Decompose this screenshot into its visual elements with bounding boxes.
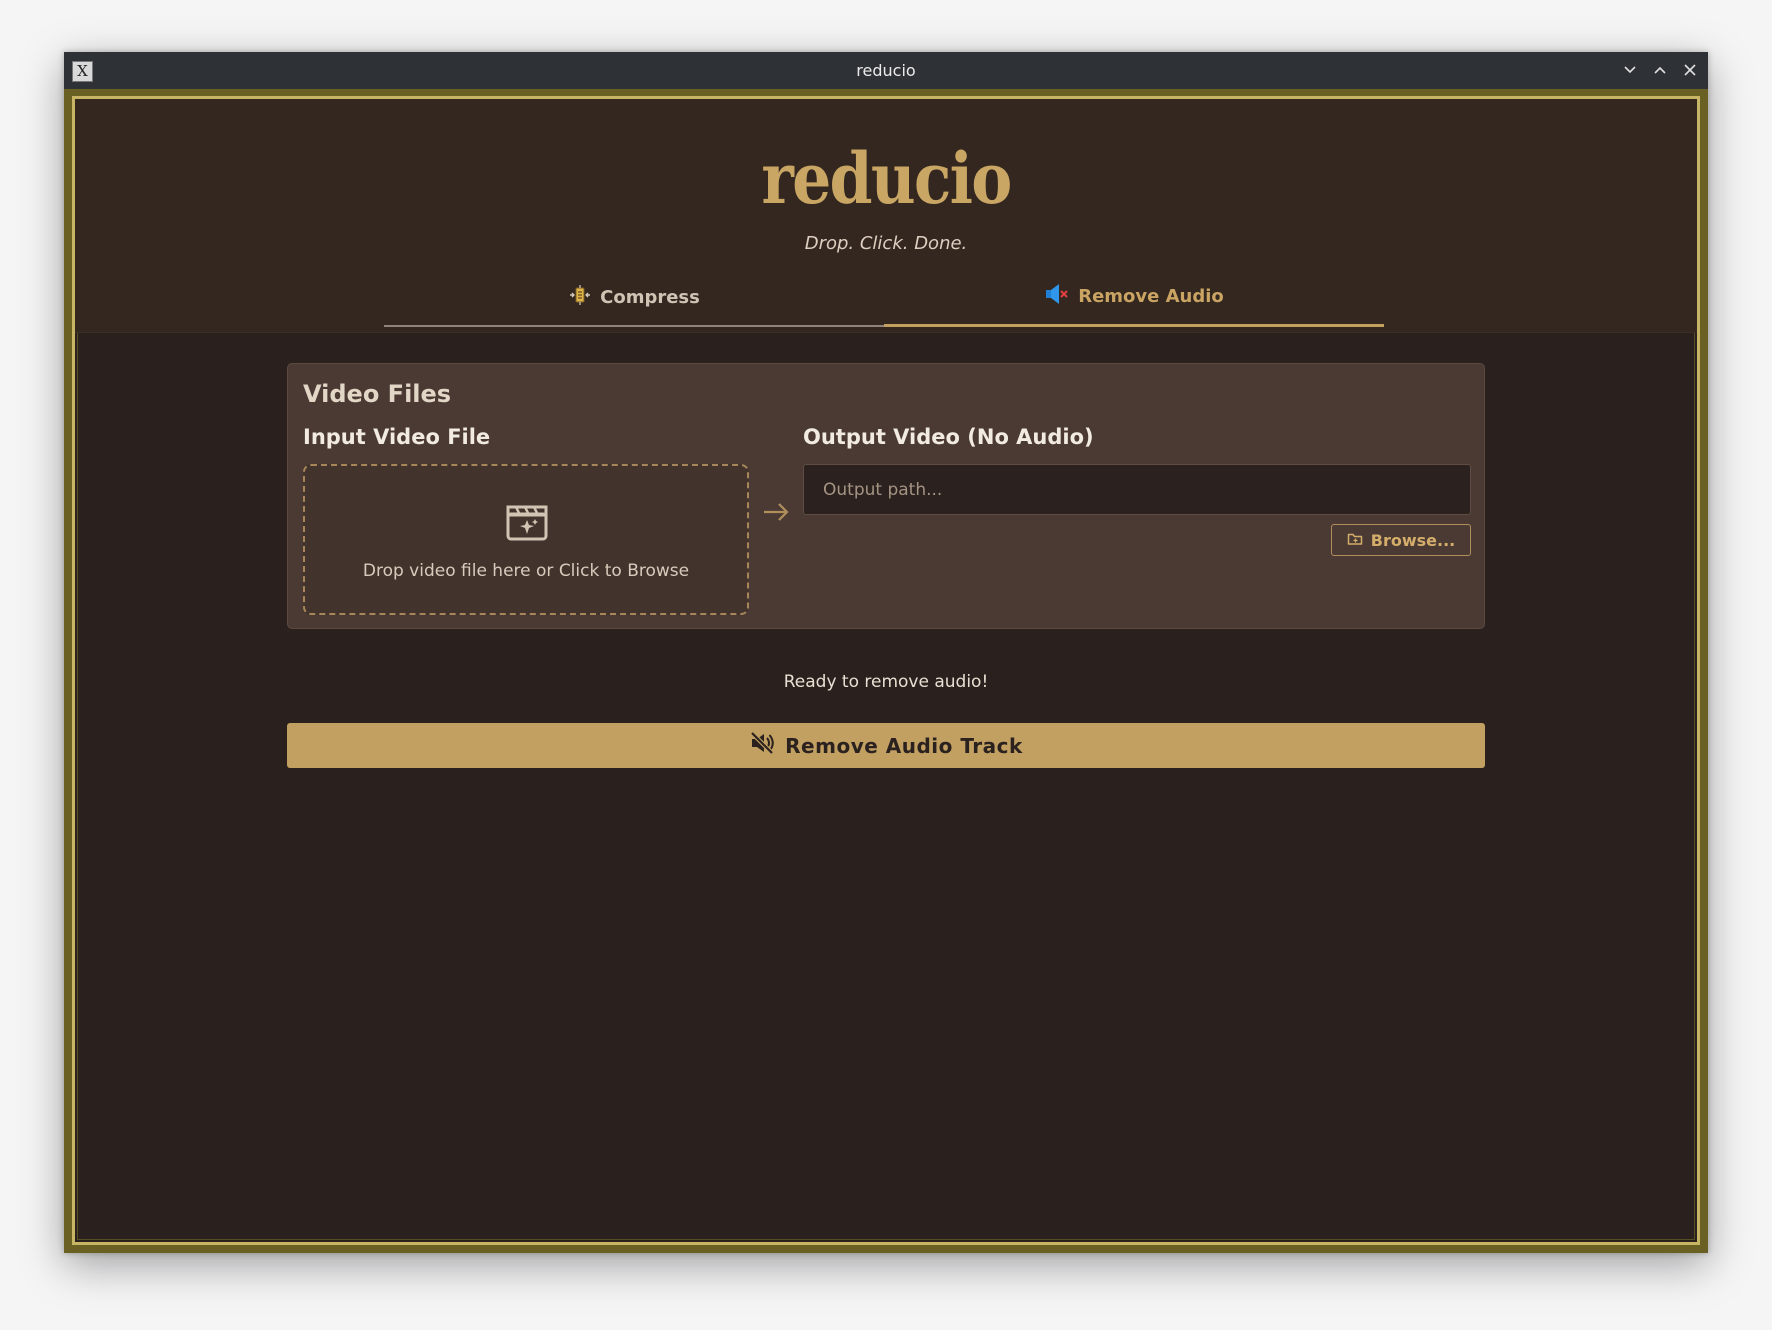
window-title: reducio bbox=[856, 61, 916, 80]
minimize-icon[interactable] bbox=[1620, 60, 1640, 80]
app-window: X reducio reducio Drop. Click. Done. Com… bbox=[64, 52, 1708, 1253]
tab-remove-audio[interactable]: Remove Audio bbox=[884, 269, 1384, 327]
app-logo: reducio bbox=[761, 137, 1012, 220]
window-controls bbox=[1620, 60, 1700, 80]
app-header: reducio Drop. Click. Done. Compress Remo… bbox=[75, 99, 1697, 333]
arrow-right-icon bbox=[761, 500, 791, 524]
output-path-input[interactable] bbox=[803, 464, 1471, 515]
browse-button[interactable]: Browse... bbox=[1331, 524, 1471, 556]
video-file-icon bbox=[505, 504, 549, 542]
window-frame: reducio Drop. Click. Done. Compress Remo… bbox=[64, 89, 1708, 1253]
tab-bar: Compress Remove Audio bbox=[384, 269, 1384, 327]
tab-compress-label: Compress bbox=[600, 286, 700, 308]
card-title: Video Files bbox=[303, 380, 452, 408]
remove-audio-track-button[interactable]: Remove Audio Track bbox=[287, 723, 1485, 768]
video-files-card: Video Files Input Video File Drop video … bbox=[287, 363, 1485, 629]
remove-audio-track-label: Remove Audio Track bbox=[785, 733, 1023, 758]
drop-zone-text: Drop video file here or Click to Browse bbox=[362, 561, 690, 581]
browse-button-label: Browse... bbox=[1370, 530, 1456, 550]
maximize-icon[interactable] bbox=[1650, 60, 1670, 80]
compress-icon bbox=[568, 283, 592, 312]
video-drop-zone[interactable]: Drop video file here or Click to Browse bbox=[303, 464, 749, 615]
tagline: Drop. Click. Done. bbox=[804, 233, 968, 254]
speaker-muted-icon bbox=[1044, 281, 1070, 312]
input-video-label: Input Video File bbox=[303, 425, 491, 449]
volume-off-icon bbox=[749, 730, 775, 761]
title-bar[interactable]: X reducio bbox=[64, 52, 1708, 89]
output-video-label: Output Video (No Audio) bbox=[803, 425, 1094, 449]
status-message: Ready to remove audio! bbox=[783, 672, 989, 692]
folder-icon bbox=[1347, 531, 1363, 550]
tab-compress[interactable]: Compress bbox=[384, 269, 884, 327]
tab-remove-audio-label: Remove Audio bbox=[1078, 286, 1224, 307]
content-area: reducio Drop. Click. Done. Compress Remo… bbox=[72, 96, 1700, 1245]
close-icon[interactable] bbox=[1680, 60, 1700, 80]
